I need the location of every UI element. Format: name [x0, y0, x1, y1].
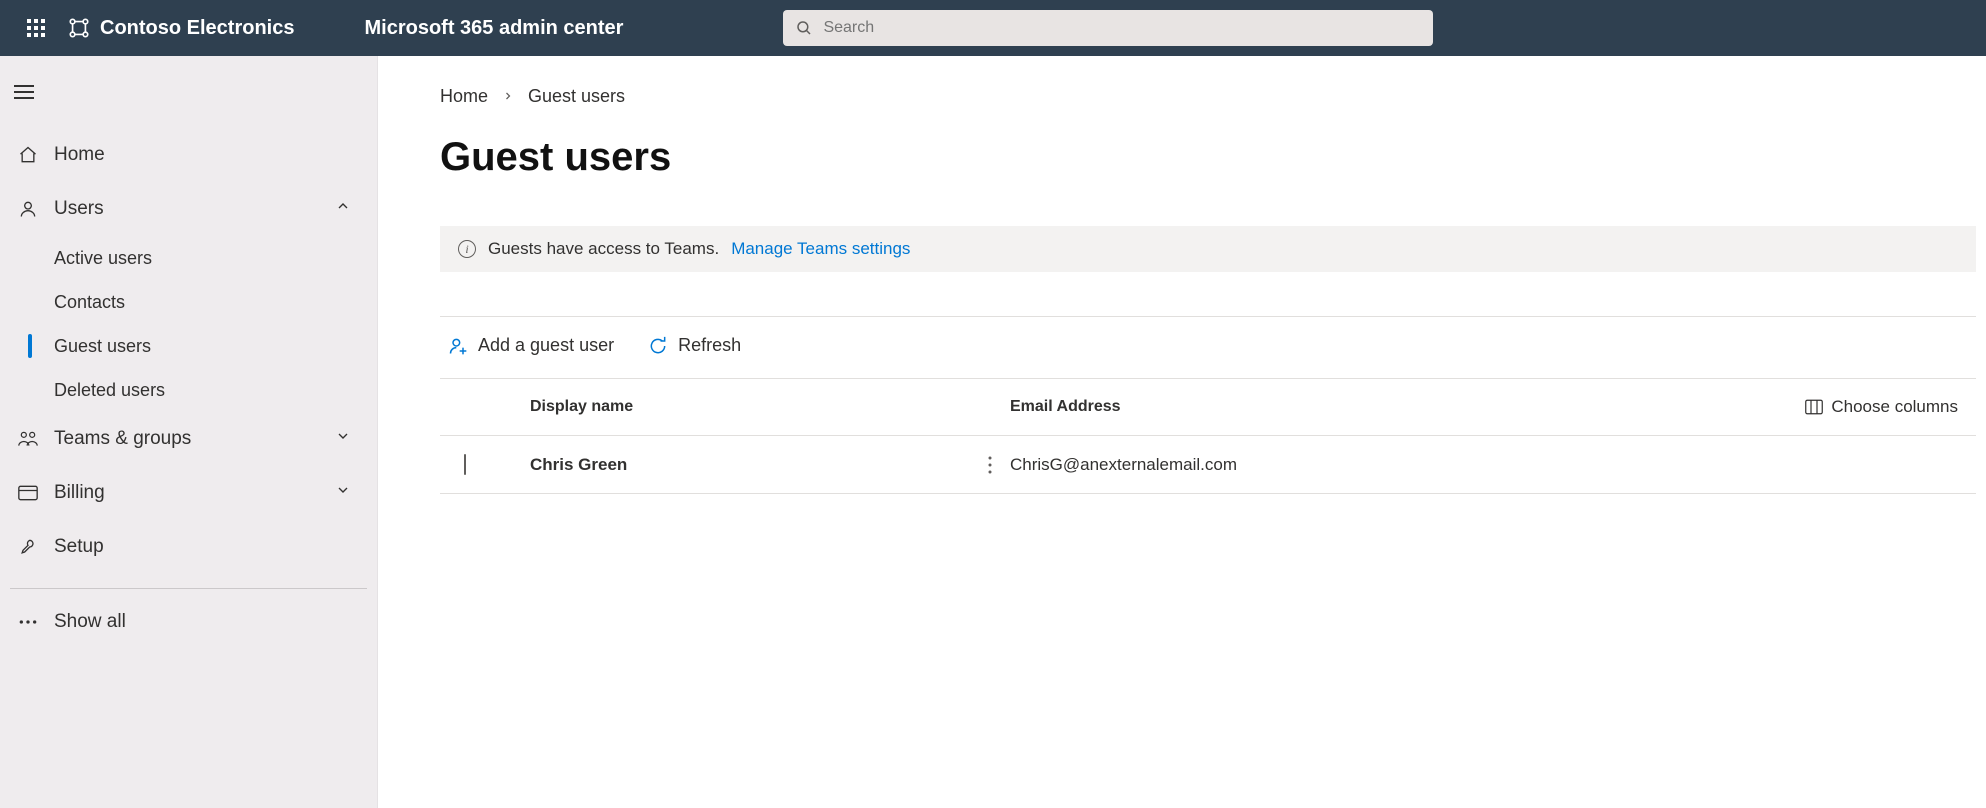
row-checkbox[interactable] [464, 454, 466, 475]
nav-label: Billing [54, 482, 105, 504]
org-logo-icon [68, 17, 90, 39]
chevron-down-icon [335, 428, 351, 450]
search-container [783, 10, 1433, 46]
nav-sub-guest-users[interactable]: Guest users [0, 324, 377, 368]
choose-columns-label: Choose columns [1831, 397, 1958, 417]
user-icon [14, 199, 42, 219]
nav-sub-contacts[interactable]: Contacts [0, 280, 377, 324]
nav-item-billing[interactable]: Billing [0, 466, 377, 520]
nav-sub-label: Contacts [54, 292, 125, 313]
nav-item-home[interactable]: Home [0, 128, 377, 182]
cmd-label: Add a guest user [478, 335, 614, 356]
nav-label: Setup [54, 536, 104, 558]
nav-sub-deleted-users[interactable]: Deleted users [0, 368, 377, 412]
more-vertical-icon [988, 456, 992, 474]
billing-icon [14, 485, 42, 501]
app-launcher-button[interactable] [12, 4, 60, 52]
sidebar-divider [10, 588, 367, 589]
nav-sub-label: Active users [54, 248, 152, 269]
users-table: Display name Email Address Choose column… [440, 378, 1976, 494]
column-header-email[interactable]: Email Address [1010, 398, 1450, 416]
columns-icon [1805, 399, 1823, 415]
table-header-row: Display name Email Address Choose column… [440, 378, 1976, 436]
info-icon: i [458, 240, 476, 258]
search-icon [795, 19, 813, 37]
add-user-icon [448, 336, 468, 356]
page-title: Guest users [440, 135, 1976, 180]
nav-sub-label: Guest users [54, 336, 151, 357]
nav-label: Home [54, 144, 105, 166]
breadcrumb: Home Guest users [440, 86, 1976, 107]
row-more-button[interactable] [970, 456, 1010, 474]
ellipsis-icon [14, 619, 42, 625]
nav-toggle-button[interactable] [0, 70, 377, 114]
nav-item-setup[interactable]: Setup [0, 520, 377, 574]
add-guest-user-button[interactable]: Add a guest user [448, 335, 614, 356]
nav-item-show-all[interactable]: Show all [0, 595, 377, 649]
nav-sub-active-users[interactable]: Active users [0, 236, 377, 280]
breadcrumb-home[interactable]: Home [440, 86, 488, 107]
sidebar: Home Users Active users Contacts [0, 56, 378, 808]
waffle-icon [27, 19, 45, 37]
teams-groups-icon [14, 429, 42, 449]
info-bar: i Guests have access to Teams. Manage Te… [440, 226, 1976, 272]
home-icon [14, 145, 42, 165]
row-email: ChrisG@anexternalemail.com [1010, 455, 1450, 475]
search-input[interactable] [823, 19, 1421, 37]
info-text: Guests have access to Teams. [488, 239, 719, 259]
cmd-label: Refresh [678, 335, 741, 356]
manage-teams-settings-link[interactable]: Manage Teams settings [731, 239, 910, 259]
setup-icon [14, 537, 42, 557]
nav-label: Users [54, 198, 104, 220]
global-header: Contoso Electronics Microsoft 365 admin … [0, 0, 1986, 56]
breadcrumb-current: Guest users [528, 86, 625, 107]
chevron-down-icon [335, 482, 351, 504]
chevron-up-icon [335, 198, 351, 220]
chevron-right-icon [502, 86, 514, 107]
nav-item-teams-groups[interactable]: Teams & groups [0, 412, 377, 466]
table-row[interactable]: Chris Green ChrisG@anexternalemail.com [440, 436, 1976, 494]
choose-columns-button[interactable]: Choose columns [1805, 379, 1958, 435]
org-brand[interactable]: Contoso Electronics [68, 17, 294, 40]
row-display-name[interactable]: Chris Green [530, 455, 970, 475]
hamburger-icon [14, 85, 34, 99]
app-title: Microsoft 365 admin center [364, 17, 623, 40]
nav-label: Show all [54, 611, 126, 633]
search-box[interactable] [783, 10, 1433, 46]
command-bar: Add a guest user Refresh [440, 316, 1976, 378]
column-header-display-name[interactable]: Display name [530, 398, 970, 416]
nav-item-users[interactable]: Users [0, 182, 377, 236]
main-content: Home Guest users Guest users i Guests ha… [378, 56, 1986, 808]
nav-sub-label: Deleted users [54, 380, 165, 401]
nav: Home Users Active users Contacts [0, 128, 377, 649]
refresh-button[interactable]: Refresh [648, 335, 741, 356]
refresh-icon [648, 336, 668, 356]
org-name: Contoso Electronics [100, 17, 294, 40]
nav-label: Teams & groups [54, 428, 191, 450]
